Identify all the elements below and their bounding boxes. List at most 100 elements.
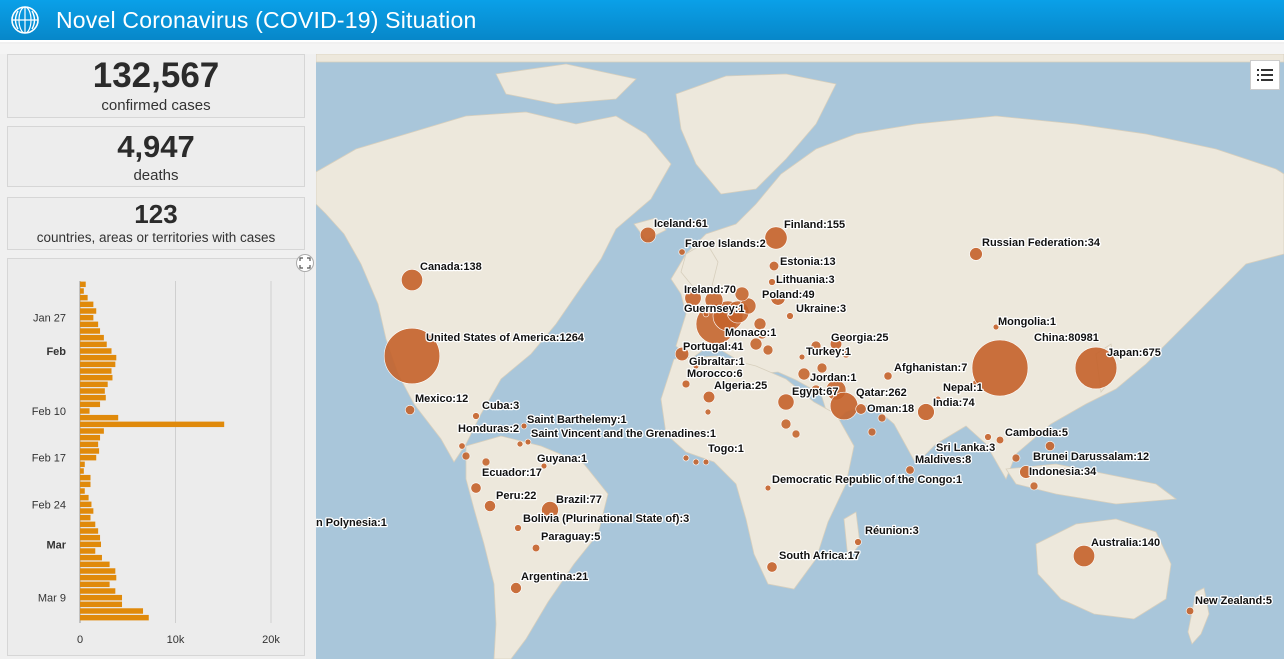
case-bubble[interactable] — [734, 286, 750, 302]
case-bubble[interactable] — [877, 413, 887, 423]
expand-icon[interactable] — [296, 254, 314, 272]
case-bubble[interactable] — [791, 429, 801, 439]
country-case-label: Oman:18 — [867, 403, 914, 415]
case-bubble[interactable] — [798, 353, 806, 361]
case-bubble[interactable] — [883, 371, 893, 381]
case-bubble[interactable] — [1185, 606, 1195, 616]
bar — [80, 441, 99, 448]
case-bubble[interactable] — [768, 260, 780, 272]
epi-curve-chart: Jan 27 Feb Feb 10 Feb 17 Feb 24 Mar Mar 9 0 10k 2… — [32, 281, 280, 646]
country-case-label: Réunion:3 — [865, 525, 919, 537]
confirmed-cases-value: 132,567 — [92, 56, 220, 95]
case-bubble[interactable] — [855, 403, 867, 415]
y-tick-label: Feb — [46, 346, 66, 358]
country-case-label: Brazil:77 — [556, 494, 602, 506]
country-case-label: Afghanistan:7 — [894, 362, 967, 374]
case-bubble[interactable] — [472, 412, 480, 420]
case-bubble[interactable] — [405, 405, 415, 415]
case-bubble[interactable] — [516, 440, 524, 448]
bar — [80, 514, 91, 521]
case-bubble[interactable] — [854, 538, 862, 546]
bar — [80, 281, 86, 288]
bar — [80, 568, 116, 574]
case-bubble[interactable] — [762, 344, 774, 356]
bar — [80, 481, 91, 488]
bar — [80, 501, 92, 508]
case-bubble[interactable] — [461, 451, 471, 461]
case-bubble[interactable] — [766, 561, 778, 573]
bar — [80, 288, 84, 294]
case-bubble[interactable] — [786, 312, 794, 320]
bar — [80, 608, 144, 614]
case-bubble[interactable] — [682, 454, 690, 462]
bar — [80, 294, 88, 301]
country-case-label: Finland:155 — [784, 219, 845, 231]
case-bubble[interactable] — [984, 433, 992, 441]
deaths-value: 4,947 — [117, 129, 195, 164]
case-bubble[interactable] — [969, 247, 983, 261]
country-case-label: Cambodia:5 — [1005, 427, 1068, 439]
bar — [80, 554, 102, 561]
world-map-canvas[interactable]: Iceland:61 Faroe Islands:2 Finland:155 Esto… — [316, 54, 1284, 659]
case-bubble[interactable] — [484, 500, 496, 512]
world-map[interactable]: Iceland:61 Faroe Islands:2 Finland:155 Esto… — [316, 54, 1284, 659]
confirmed-cases-card: 132,567 confirmed cases — [7, 54, 305, 118]
case-bubble[interactable] — [917, 403, 935, 421]
country-case-label: Russian Federation:34 — [982, 237, 1101, 249]
case-bubble[interactable] — [1045, 441, 1055, 451]
bar — [80, 508, 94, 514]
country-case-label: Jordan:1 — [810, 372, 856, 384]
bar — [80, 534, 101, 541]
case-bubble[interactable] — [702, 390, 716, 404]
case-bubble[interactable] — [704, 408, 712, 416]
case-bubble[interactable] — [481, 457, 491, 467]
y-tick-label: Mar — [46, 539, 66, 551]
country-case-label: Georgia:25 — [831, 332, 888, 344]
case-bubble[interactable] — [1011, 453, 1021, 463]
country-case-label: India:74 — [933, 397, 975, 409]
bar — [80, 614, 149, 621]
case-bubble[interactable] — [867, 427, 877, 437]
country-case-label: Indonesia:34 — [1029, 466, 1097, 478]
case-bubble[interactable] — [905, 465, 915, 475]
countries-card: 123 countries, areas or territories with… — [7, 197, 305, 250]
case-bubble[interactable] — [780, 418, 792, 430]
case-bubble[interactable] — [764, 484, 772, 492]
case-bubble[interactable] — [797, 367, 811, 381]
country-case-label: Qatar:262 — [856, 387, 907, 399]
case-bubble[interactable] — [458, 442, 466, 450]
case-bubble[interactable] — [702, 458, 710, 466]
bar — [80, 414, 119, 421]
bar — [80, 321, 99, 328]
case-bubble[interactable] — [692, 458, 700, 466]
bar — [80, 454, 97, 461]
country-case-label: Estonia:13 — [780, 256, 836, 268]
bar — [80, 428, 104, 434]
case-bubble[interactable] — [1029, 481, 1039, 491]
case-bubble[interactable] — [995, 435, 1005, 445]
case-bubble[interactable] — [510, 582, 522, 594]
case-bubble[interactable] — [470, 482, 482, 494]
country-case-label: Guyana:1 — [537, 453, 587, 465]
case-bubble[interactable] — [514, 524, 522, 532]
country-case-label: Poland:49 — [762, 289, 815, 301]
country-case-label: Paraguay:5 — [541, 531, 600, 543]
bar — [80, 328, 101, 334]
case-bubble[interactable] — [531, 543, 541, 553]
legend-list-icon[interactable] — [1250, 60, 1280, 90]
country-case-label: Democratic Republic of the Congo:1 — [772, 474, 962, 486]
app-header: Novel Coronavirus (COVID-19) Situation — [0, 0, 1284, 42]
bar — [80, 361, 116, 368]
country-case-label: Bolivia (Plurinational State of):3 — [523, 513, 689, 525]
case-bubble[interactable] — [681, 379, 691, 389]
bar — [80, 421, 225, 428]
country-case-label: Iceland:61 — [654, 218, 708, 230]
country-case-label: Morocco:6 — [687, 368, 743, 380]
case-bubble[interactable] — [749, 337, 763, 351]
bar — [80, 434, 101, 441]
country-case-label: Peru:22 — [496, 490, 536, 502]
bar — [80, 581, 110, 588]
country-case-label: Faroe Islands:2 — [685, 238, 766, 250]
bar — [80, 341, 107, 348]
case-bubble[interactable] — [768, 278, 776, 286]
